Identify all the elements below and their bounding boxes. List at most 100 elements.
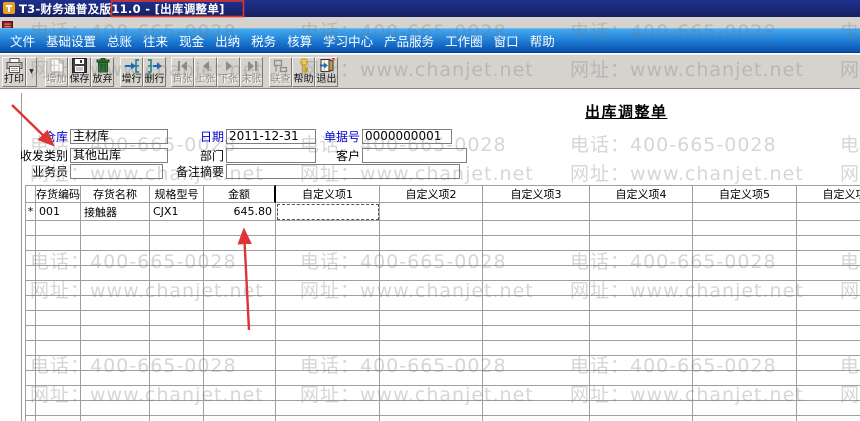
table-cell[interactable] [380, 356, 483, 371]
table-cell[interactable] [276, 203, 380, 221]
table-cell[interactable] [693, 266, 797, 281]
table-cell[interactable] [81, 221, 150, 236]
table-cell[interactable] [590, 281, 693, 296]
table-cell[interactable] [797, 281, 860, 296]
table-cell[interactable] [36, 326, 81, 341]
table-cell[interactable] [380, 416, 483, 421]
delete-row-button[interactable]: 删行 [143, 56, 166, 87]
table-cell[interactable]: CJX1 [150, 203, 204, 221]
table-cell[interactable] [276, 401, 380, 416]
menu-item[interactable]: 文件 [10, 31, 35, 50]
table-cell[interactable] [150, 251, 204, 266]
table-cell[interactable] [380, 311, 483, 326]
table-cell[interactable] [380, 266, 483, 281]
table-cell[interactable] [150, 401, 204, 416]
table-cell[interactable] [693, 236, 797, 251]
table-cell[interactable] [380, 326, 483, 341]
table-cell[interactable] [693, 281, 797, 296]
table-cell[interactable] [380, 251, 483, 266]
table-cell[interactable] [483, 203, 590, 221]
table-cell[interactable] [276, 266, 380, 281]
table-cell[interactable] [81, 356, 150, 371]
table-cell[interactable] [36, 296, 81, 311]
table-cell[interactable] [150, 416, 204, 421]
table-cell[interactable] [797, 251, 860, 266]
table-cell[interactable] [590, 371, 693, 386]
table-cell[interactable] [693, 401, 797, 416]
table-cell[interactable] [204, 221, 276, 236]
table-cell[interactable] [797, 221, 860, 236]
salesman-field[interactable] [70, 164, 163, 179]
table-cell[interactable] [483, 416, 590, 421]
table-cell[interactable] [36, 236, 81, 251]
table-cell[interactable] [483, 281, 590, 296]
menu-item[interactable]: 税务 [251, 31, 276, 50]
table-cell[interactable] [693, 311, 797, 326]
table-cell[interactable] [797, 341, 860, 356]
table-cell[interactable] [797, 266, 860, 281]
table-cell[interactable] [590, 266, 693, 281]
print-dropdown-button[interactable]: ▼ [26, 56, 37, 87]
table-cell[interactable] [693, 341, 797, 356]
table-cell[interactable] [380, 386, 483, 401]
table-cell[interactable] [693, 251, 797, 266]
exit-button[interactable]: 退出 [315, 56, 338, 87]
table-cell[interactable] [797, 401, 860, 416]
table-cell[interactable] [204, 251, 276, 266]
table-cell[interactable] [693, 203, 797, 221]
table-cell[interactable] [276, 251, 380, 266]
table-cell[interactable] [150, 236, 204, 251]
table-cell[interactable] [36, 341, 81, 356]
table-cell[interactable] [590, 326, 693, 341]
menu-item[interactable]: 窗口 [494, 31, 519, 50]
table-cell[interactable] [204, 401, 276, 416]
table-cell[interactable] [797, 386, 860, 401]
table-cell[interactable] [483, 236, 590, 251]
table-cell[interactable] [797, 311, 860, 326]
discard-button[interactable]: 放弃 [91, 56, 114, 87]
table-cell[interactable] [204, 356, 276, 371]
table-cell[interactable] [204, 371, 276, 386]
table-cell[interactable] [81, 371, 150, 386]
menu-item[interactable]: 帮助 [530, 31, 555, 50]
menu-item[interactable]: 学习中心 [323, 31, 373, 50]
table-cell[interactable] [590, 236, 693, 251]
table-cell[interactable] [797, 203, 860, 221]
table-cell[interactable] [36, 416, 81, 421]
table-cell[interactable] [380, 401, 483, 416]
table-cell[interactable] [204, 341, 276, 356]
menu-item[interactable]: 产品服务 [384, 31, 434, 50]
table-cell[interactable] [204, 326, 276, 341]
table-cell[interactable] [483, 311, 590, 326]
table-cell[interactable] [150, 371, 204, 386]
date-field[interactable]: 2011-12-31 [226, 129, 316, 144]
table-cell[interactable] [81, 341, 150, 356]
table-cell[interactable] [36, 311, 81, 326]
table-cell[interactable]: 645.80 [204, 203, 276, 221]
table-cell[interactable] [150, 311, 204, 326]
table-cell[interactable] [36, 251, 81, 266]
table-cell[interactable] [380, 221, 483, 236]
table-cell[interactable] [797, 326, 860, 341]
table-cell[interactable] [590, 341, 693, 356]
table-cell[interactable] [204, 311, 276, 326]
table-cell[interactable]: 接触器 [81, 203, 150, 221]
table-cell[interactable] [204, 386, 276, 401]
table-cell[interactable] [276, 326, 380, 341]
table-cell[interactable]: 001 [36, 203, 81, 221]
table-cell[interactable] [590, 296, 693, 311]
table-cell[interactable] [590, 416, 693, 421]
table-cell[interactable] [693, 326, 797, 341]
table-cell[interactable] [483, 266, 590, 281]
table-cell[interactable] [276, 371, 380, 386]
memo-field[interactable] [226, 164, 460, 179]
table-cell[interactable] [204, 236, 276, 251]
table-cell[interactable] [590, 401, 693, 416]
table-cell[interactable] [81, 326, 150, 341]
table-cell[interactable] [380, 203, 483, 221]
table-cell[interactable] [483, 371, 590, 386]
insert-row-button[interactable]: 增行 [120, 56, 143, 87]
table-cell[interactable] [590, 203, 693, 221]
table-cell[interactable] [81, 311, 150, 326]
table-cell[interactable] [276, 386, 380, 401]
